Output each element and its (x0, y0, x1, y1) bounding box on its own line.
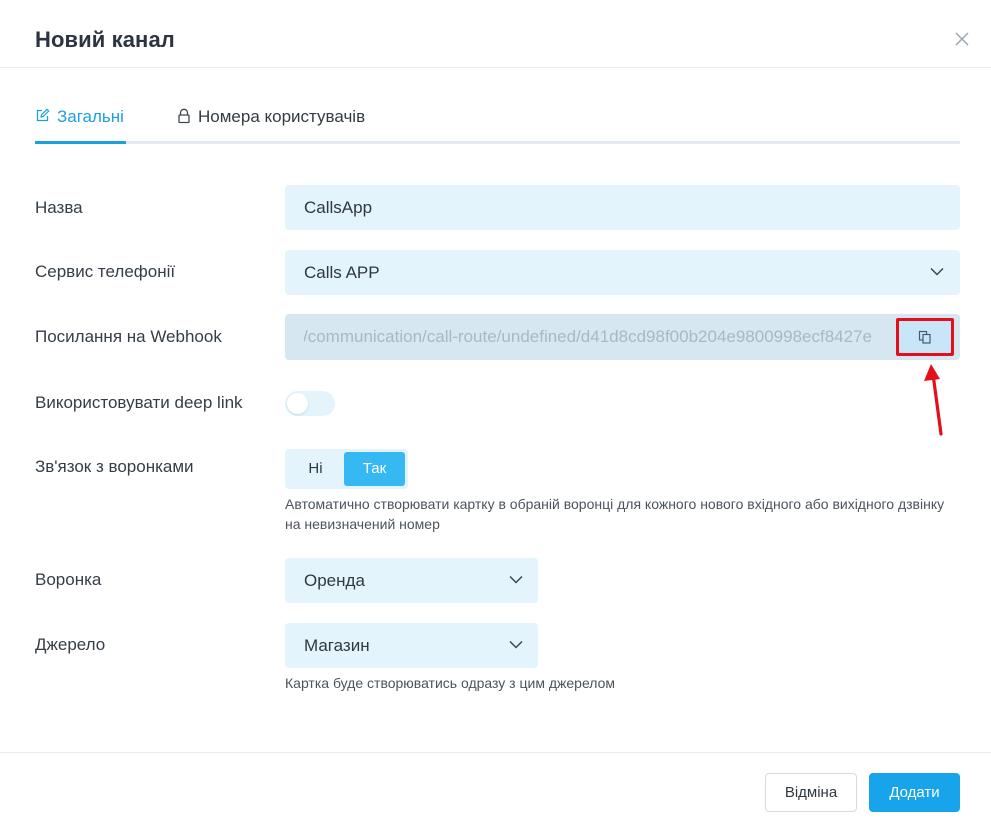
add-button[interactable]: Додати (869, 773, 960, 812)
webhook-label: Посилання на Webhook (35, 327, 222, 346)
tab-general[interactable]: Загальні (35, 107, 126, 144)
deep-link-toggle[interactable] (285, 391, 335, 416)
source-label: Джерело (35, 635, 106, 654)
annotation-arrow (924, 364, 943, 436)
deep-link-label: Використовувати deep link (35, 393, 243, 412)
name-input[interactable]: CallsApp (285, 185, 960, 230)
copy-webhook-button[interactable] (896, 318, 954, 356)
telephony-select[interactable]: Calls APP (285, 250, 960, 295)
funnel-select[interactable]: Оренда (285, 558, 538, 603)
telephony-value: Calls APP (304, 262, 380, 282)
source-select[interactable]: Магазин (285, 623, 538, 668)
dialog-title: Новий канал (35, 27, 175, 52)
chevron-down-icon (930, 267, 944, 276)
close-icon[interactable] (952, 29, 972, 49)
cancel-button[interactable]: Відміна (765, 773, 857, 812)
funnel-label: Воронка (35, 570, 102, 589)
funnels-link-hint: Автоматично створювати картку в обраній … (285, 496, 945, 532)
tab-bar: Загальні Номера користувачів (35, 100, 960, 144)
edit-icon (36, 108, 50, 122)
funnel-value: Оренда (304, 570, 365, 590)
chevron-down-icon (509, 640, 523, 649)
tab-general-label: Загальні (57, 107, 124, 126)
toggle-knob (287, 393, 308, 414)
option-no[interactable]: Ні (288, 452, 343, 486)
option-yes[interactable]: Так (344, 452, 405, 486)
webhook-url: https://app.example/communication/call-r… (304, 327, 872, 346)
webhook-field[interactable]: https://app.example/communication/call-r… (285, 314, 960, 360)
funnels-link-switch: Ні Так (285, 449, 408, 489)
chevron-down-icon (509, 575, 523, 584)
telephony-label: Сервис телефонії (35, 262, 176, 281)
lock-icon (178, 108, 190, 124)
tab-user-numbers[interactable]: Номера користувачів (177, 107, 365, 141)
source-value: Магазин (304, 635, 370, 655)
funnels-link-label: Зв'язок з воронками (35, 457, 194, 476)
name-value: CallsApp (304, 197, 373, 217)
tab-user-numbers-label: Номера користувачів (198, 107, 366, 126)
name-label: Назва (35, 198, 83, 217)
source-hint: Картка буде створюватись одразу з цим дж… (285, 675, 616, 691)
copy-icon (918, 330, 931, 344)
dialog-header: Новий канал (0, 0, 991, 68)
